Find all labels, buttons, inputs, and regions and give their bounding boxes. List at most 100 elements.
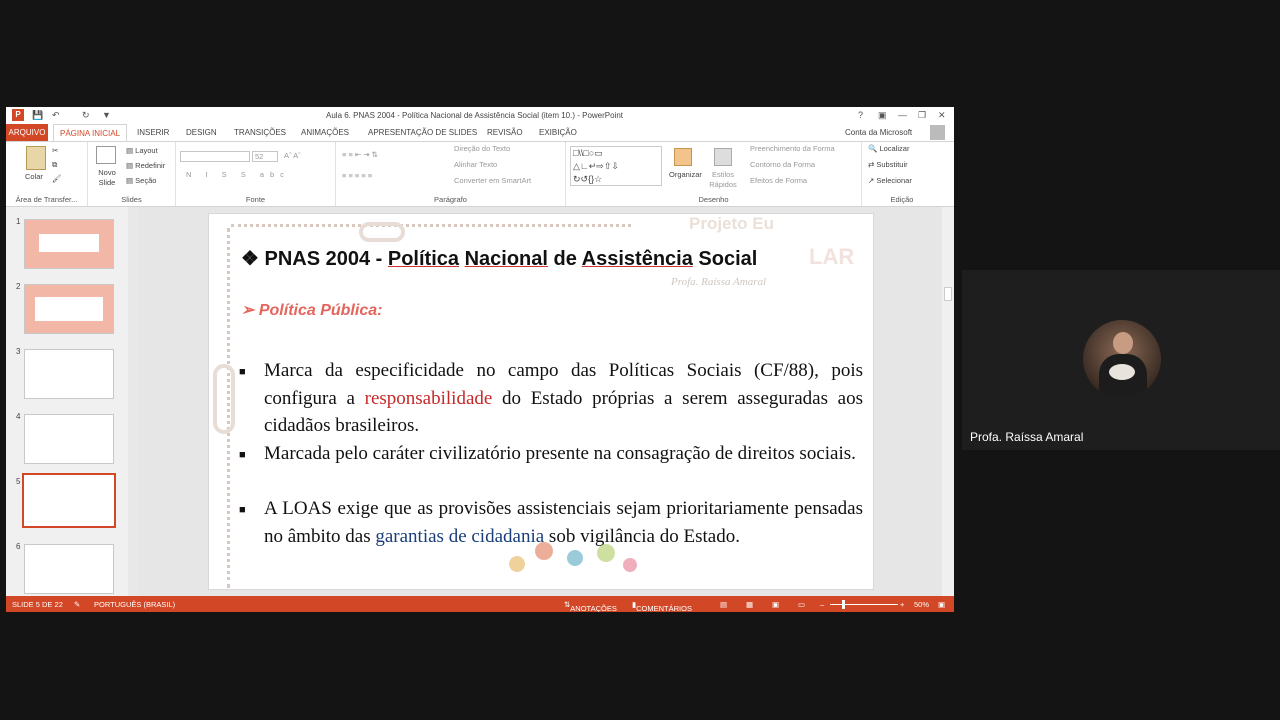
undo-icon[interactable]: ↶ [52,110,60,121]
reset-button[interactable]: ▤ Redefinir [126,161,165,170]
zoom-in-icon[interactable]: + [900,600,904,609]
tab-apresentacao[interactable]: APRESENTAÇÃO DE SLIDES [368,128,477,137]
tab-inserir[interactable]: INSERIR [137,128,169,137]
slideshow-icon[interactable]: ▭ [798,600,805,609]
fit-slide-icon[interactable]: ▣ [938,600,945,609]
smartart-button[interactable]: Converter em SmartArt [454,176,531,185]
cut-icon[interactable]: ✂ [52,146,58,155]
thumbnails-scrollbar[interactable] [128,207,138,596]
tab-animacoes[interactable]: ANIMAÇÕES [301,128,349,137]
replace-button[interactable]: ⇄ Substituir [868,160,908,169]
quick-styles-button[interactable]: Estilos Rápidos [708,170,738,190]
bullet-1: ■ Marca da especificidade no campo das P… [239,360,864,436]
tab-design[interactable]: DESIGN [186,128,217,137]
zoom-out-icon[interactable]: – [820,600,824,609]
editor-scrollbar[interactable] [942,207,954,596]
account-name[interactable]: Conta da Microsoft [845,128,912,137]
tab-exibicao[interactable]: EXIBIÇÃO [539,128,577,137]
layout-button[interactable]: ▤ Layout [126,146,158,155]
avatar[interactable] [930,125,945,140]
font-format-icons[interactable]: N I S S abc [186,170,290,179]
slide-thumbnail-6[interactable] [24,544,114,594]
notes-button[interactable]: ⇅ ANOTAÇÕES [564,600,617,612]
slide-thumbnail-3[interactable] [24,349,114,399]
redo-icon[interactable]: ↻ [82,110,90,121]
slide-thumbnail-4[interactable] [24,414,114,464]
participant-video-avatar [1083,320,1161,398]
current-slide[interactable]: Projeto Eu LAR Profa. Raíssa Amaral ❖ PN… [208,213,874,590]
bullet-marker: ■ [239,449,246,461]
thumb-number: 5 [16,477,21,486]
font-name-input[interactable] [180,151,250,162]
close-icon[interactable]: ✕ [938,110,946,121]
ribbon-tabs: ARQUIVO PÁGINA INICIAL INSERIR DESIGN TR… [6,124,954,141]
arrange-button[interactable]: Organizar [669,170,702,179]
select-button[interactable]: ↗ Selecionar [868,176,912,185]
bullet-2: ■ Marcada pelo caráter civilizatório pre… [239,440,863,468]
customize-icon[interactable]: ▼ [102,110,111,120]
font-size-input[interactable]: 52 [252,151,278,162]
spellcheck-icon[interactable]: ✎ [74,600,80,609]
slide-thumbnail-5[interactable] [22,473,116,528]
status-bar: SLIDE 5 DE 22 ✎ PORTUGUÊS (BRASIL) ⇅ ANO… [6,596,954,612]
save-icon[interactable]: 💾 [32,110,43,121]
powerpoint-window: P 💾 ↶ ↻ ▼ Aula 6. PNAS 2004 - Política N… [6,107,954,612]
slide-thumbnail-2[interactable] [24,284,114,334]
thumb-number: 6 [16,542,21,551]
tab-transicoes[interactable]: TRANSIÇÕES [234,128,286,137]
shapes-gallery[interactable]: □\\□○▭ △∟↵⇨⇧⇩ ↻↺{}☆ [570,146,662,186]
group-editing: 🔍 Localizar ⇄ Substituir ↗ Selecionar Ed… [862,142,942,206]
decorative-kids-illustration [505,536,645,586]
shape-effects-button[interactable]: Efeitos de Forma [750,176,807,185]
paste-icon[interactable] [26,146,46,170]
restore-icon[interactable]: ❐ [918,110,926,121]
align-icons[interactable]: ≡ ≡ ≡ ≡ ≡ [342,171,372,180]
align-text-button[interactable]: Alinhar Texto [454,160,497,169]
decorative-link-icon [359,222,405,242]
participant-video-tile: Profa. Raíssa Amaral [962,270,1280,450]
shape-fill-button[interactable]: Preenchimento da Forma [750,144,835,153]
ribbon: Colar ✂ ⧉ 🖌 Área de Transfer... Novo Sli… [6,141,954,207]
zoom-slider-thumb[interactable] [842,600,845,609]
copy-icon[interactable]: ⧉ [52,160,57,170]
new-slide-button[interactable]: Novo Slide [94,168,120,188]
arrange-icon[interactable] [674,148,692,166]
bullet-marker: ■ [239,504,246,516]
bullets-icon[interactable]: ≡ ≡ ⇤ ⇥ ⇅ [342,150,378,159]
format-painter-icon[interactable]: 🖌 [52,174,62,183]
slide-sorter-icon[interactable]: ▦ [746,600,753,609]
decorative-chain-top [231,224,631,227]
grow-font-icon[interactable]: Aˆ Aˇ [284,151,301,160]
thumb-number: 1 [16,217,21,226]
group-label-slides: Slides [121,195,142,204]
normal-view-icon[interactable]: ▤ [720,600,727,609]
minimize-icon[interactable]: — [898,110,907,120]
watermark-author: Profa. Raíssa Amaral [671,276,767,288]
text-direction-button[interactable]: Direção do Texto [454,144,510,153]
help-icon[interactable]: ? [858,110,863,120]
shape-outline-button[interactable]: Contorno da Forma [750,160,815,169]
group-font: 52 Aˆ Aˇ N I S S abc Fonte [176,142,336,206]
paste-button[interactable]: Colar [25,172,43,181]
tab-pagina-inicial[interactable]: PÁGINA INICIAL [53,124,128,141]
zoom-level[interactable]: 50% [914,600,929,609]
watermark-projeto: Projeto Eu [689,214,775,233]
participant-name: Profa. Raíssa Amaral [970,430,1084,444]
zoom-slider[interactable] [830,604,898,605]
language-indicator[interactable]: PORTUGUÊS (BRASIL) [94,600,175,609]
group-label-drawing: Desenho [698,195,729,204]
reading-view-icon[interactable]: ▣ [772,600,779,609]
ribbon-display-icon[interactable]: ▣ [878,110,887,121]
slide-thumbnail-1[interactable] [24,219,114,269]
powerpoint-logo-icon: P [12,109,24,121]
group-label-font: Fonte [245,195,266,204]
new-slide-icon[interactable] [96,146,116,164]
section-button[interactable]: ▤ Seção [126,176,156,185]
tab-revisao[interactable]: REVISÃO [487,128,523,137]
tab-arquivo[interactable]: ARQUIVO [6,124,48,141]
slide-counter: SLIDE 5 DE 22 [12,600,63,609]
find-button[interactable]: 🔍 Localizar [868,144,909,153]
comments-button[interactable]: ▮ COMENTÁRIOS [632,600,692,612]
quick-styles-icon[interactable] [714,148,732,166]
title-bar: P 💾 ↶ ↻ ▼ Aula 6. PNAS 2004 - Política N… [6,107,954,124]
